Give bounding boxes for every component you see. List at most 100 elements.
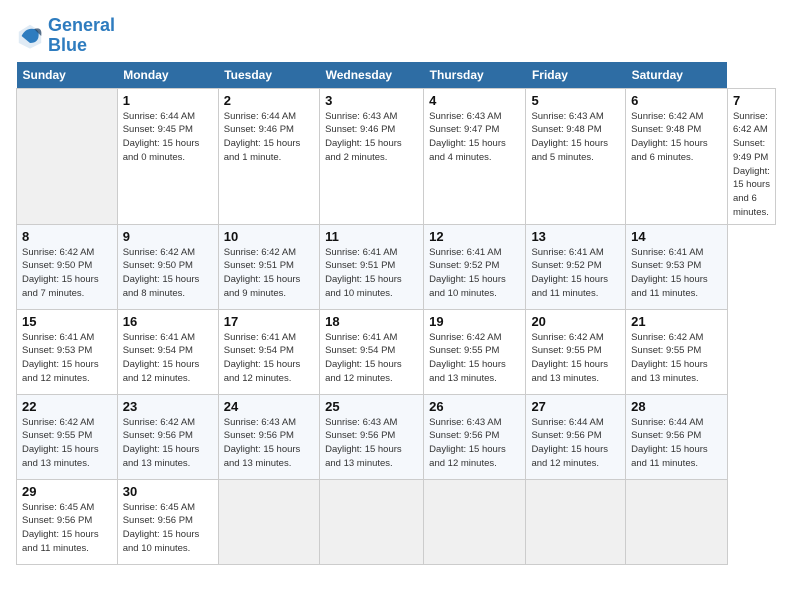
calendar-cell: 1 Sunrise: 6:44 AM Sunset: 9:45 PM Daylig… <box>117 88 218 224</box>
day-info: Sunrise: 6:42 AM Sunset: 9:50 PM Dayligh… <box>123 246 213 301</box>
logo-text: General Blue <box>48 16 115 56</box>
calendar-cell: 4 Sunrise: 6:43 AM Sunset: 9:47 PM Daylig… <box>424 88 526 224</box>
calendar-cell: 12Sunrise: 6:41 AM Sunset: 9:52 PM Dayli… <box>424 224 526 309</box>
day-header-tuesday: Tuesday <box>218 62 319 89</box>
day-header-saturday: Saturday <box>626 62 728 89</box>
day-number: 23 <box>123 399 213 414</box>
calendar-cell: 10 Sunrise: 6:42 AM Sunset: 9:51 PM Dayli… <box>218 224 319 309</box>
day-info: Sunrise: 6:41 AM Sunset: 9:54 PM Dayligh… <box>325 331 418 386</box>
day-header-sunday: Sunday <box>17 62 118 89</box>
day-number: 3 <box>325 93 418 108</box>
day-info: Sunrise: 6:42 AM Sunset: 9:55 PM Dayligh… <box>429 331 520 386</box>
day-info: Sunrise: 6:41 AM Sunset: 9:51 PM Dayligh… <box>325 246 418 301</box>
calendar-cell <box>424 479 526 564</box>
day-header-wednesday: Wednesday <box>320 62 424 89</box>
calendar-cell: 20 Sunrise: 6:42 AM Sunset: 9:55 PM Dayli… <box>526 309 626 394</box>
day-info: Sunrise: 6:44 AM Sunset: 9:56 PM Dayligh… <box>531 416 620 471</box>
week-row-5: 29Sunrise: 6:45 AM Sunset: 9:56 PM Dayli… <box>17 479 776 564</box>
day-info: Sunrise: 6:41 AM Sunset: 9:54 PM Dayligh… <box>224 331 314 386</box>
day-info: Sunrise: 6:43 AM Sunset: 9:47 PM Dayligh… <box>429 110 520 165</box>
calendar-cell: 18 Sunrise: 6:41 AM Sunset: 9:54 PM Dayli… <box>320 309 424 394</box>
calendar-cell: 30Sunrise: 6:45 AM Sunset: 9:56 PM Dayli… <box>117 479 218 564</box>
day-header-thursday: Thursday <box>424 62 526 89</box>
calendar-cell: 24Sunrise: 6:43 AM Sunset: 9:56 PM Dayli… <box>218 394 319 479</box>
day-info: Sunrise: 6:45 AM Sunset: 9:56 PM Dayligh… <box>123 501 213 556</box>
calendar-cell: 25Sunrise: 6:43 AM Sunset: 9:56 PM Dayli… <box>320 394 424 479</box>
calendar-cell: 8 Sunrise: 6:42 AM Sunset: 9:50 PM Daylig… <box>17 224 118 309</box>
day-number: 5 <box>531 93 620 108</box>
day-info: Sunrise: 6:44 AM Sunset: 9:45 PM Dayligh… <box>123 110 213 165</box>
day-info: Sunrise: 6:42 AM Sunset: 9:55 PM Dayligh… <box>531 331 620 386</box>
day-info: Sunrise: 6:42 AM Sunset: 9:55 PM Dayligh… <box>22 416 112 471</box>
day-number: 18 <box>325 314 418 329</box>
calendar-cell <box>626 479 728 564</box>
calendar-table: SundayMondayTuesdayWednesdayThursdayFrid… <box>16 62 776 565</box>
day-number: 16 <box>123 314 213 329</box>
calendar-cell <box>526 479 626 564</box>
calendar-cell: 22 Sunrise: 6:42 AM Sunset: 9:55 PM Dayli… <box>17 394 118 479</box>
header: General Blue <box>16 16 776 56</box>
calendar-cell: 15 Sunrise: 6:41 AM Sunset: 9:53 PM Dayli… <box>17 309 118 394</box>
calendar-cell: 6Sunrise: 6:42 AM Sunset: 9:48 PM Daylig… <box>626 88 728 224</box>
day-number: 28 <box>631 399 722 414</box>
day-number: 12 <box>429 229 520 244</box>
day-info: Sunrise: 6:42 AM Sunset: 9:48 PM Dayligh… <box>631 110 722 165</box>
day-number: 25 <box>325 399 418 414</box>
day-info: Sunrise: 6:42 AM Sunset: 9:51 PM Dayligh… <box>224 246 314 301</box>
day-number: 7 <box>733 93 770 108</box>
day-number: 20 <box>531 314 620 329</box>
day-info: Sunrise: 6:41 AM Sunset: 9:53 PM Dayligh… <box>22 331 112 386</box>
calendar-cell: 13 Sunrise: 6:41 AM Sunset: 9:52 PM Dayli… <box>526 224 626 309</box>
day-number: 27 <box>531 399 620 414</box>
logo: General Blue <box>16 16 115 56</box>
day-number: 15 <box>22 314 112 329</box>
week-row-3: 15 Sunrise: 6:41 AM Sunset: 9:53 PM Dayli… <box>17 309 776 394</box>
calendar-cell: 19 Sunrise: 6:42 AM Sunset: 9:55 PM Dayli… <box>424 309 526 394</box>
week-row-2: 8 Sunrise: 6:42 AM Sunset: 9:50 PM Daylig… <box>17 224 776 309</box>
calendar-cell: 5 Sunrise: 6:43 AM Sunset: 9:48 PM Daylig… <box>526 88 626 224</box>
day-info: Sunrise: 6:43 AM Sunset: 9:46 PM Dayligh… <box>325 110 418 165</box>
day-info: Sunrise: 6:43 AM Sunset: 9:48 PM Dayligh… <box>531 110 620 165</box>
day-number: 19 <box>429 314 520 329</box>
day-info: Sunrise: 6:45 AM Sunset: 9:56 PM Dayligh… <box>22 501 112 556</box>
calendar-cell: 14Sunrise: 6:41 AM Sunset: 9:53 PM Dayli… <box>626 224 728 309</box>
day-number: 13 <box>531 229 620 244</box>
calendar-cell <box>17 88 118 224</box>
calendar-cell: 7 Sunrise: 6:42 AM Sunset: 9:49 PM Daylig… <box>727 88 775 224</box>
calendar-cell: 23 Sunrise: 6:42 AM Sunset: 9:56 PM Dayli… <box>117 394 218 479</box>
day-info: Sunrise: 6:42 AM Sunset: 9:50 PM Dayligh… <box>22 246 112 301</box>
day-number: 1 <box>123 93 213 108</box>
calendar-cell: 26 Sunrise: 6:43 AM Sunset: 9:56 PM Dayli… <box>424 394 526 479</box>
logo-icon <box>16 22 44 50</box>
calendar-cell: 11 Sunrise: 6:41 AM Sunset: 9:51 PM Dayli… <box>320 224 424 309</box>
day-info: Sunrise: 6:43 AM Sunset: 9:56 PM Dayligh… <box>224 416 314 471</box>
calendar-cell: 28 Sunrise: 6:44 AM Sunset: 9:56 PM Dayli… <box>626 394 728 479</box>
day-number: 22 <box>22 399 112 414</box>
day-info: Sunrise: 6:44 AM Sunset: 9:46 PM Dayligh… <box>224 110 314 165</box>
calendar-cell: 2Sunrise: 6:44 AM Sunset: 9:46 PM Daylig… <box>218 88 319 224</box>
day-number: 11 <box>325 229 418 244</box>
week-row-1: 1 Sunrise: 6:44 AM Sunset: 9:45 PM Daylig… <box>17 88 776 224</box>
day-info: Sunrise: 6:42 AM Sunset: 9:56 PM Dayligh… <box>123 416 213 471</box>
day-info: Sunrise: 6:44 AM Sunset: 9:56 PM Dayligh… <box>631 416 722 471</box>
week-row-4: 22 Sunrise: 6:42 AM Sunset: 9:55 PM Dayli… <box>17 394 776 479</box>
day-info: Sunrise: 6:43 AM Sunset: 9:56 PM Dayligh… <box>429 416 520 471</box>
day-number: 26 <box>429 399 520 414</box>
day-number: 8 <box>22 229 112 244</box>
day-info: Sunrise: 6:41 AM Sunset: 9:52 PM Dayligh… <box>531 246 620 301</box>
calendar-cell: 29Sunrise: 6:45 AM Sunset: 9:56 PM Dayli… <box>17 479 118 564</box>
day-number: 4 <box>429 93 520 108</box>
calendar-cell: 9Sunrise: 6:42 AM Sunset: 9:50 PM Daylig… <box>117 224 218 309</box>
calendar-cell: 17Sunrise: 6:41 AM Sunset: 9:54 PM Dayli… <box>218 309 319 394</box>
calendar-cell: 16 Sunrise: 6:41 AM Sunset: 9:54 PM Dayli… <box>117 309 218 394</box>
calendar-cell <box>320 479 424 564</box>
day-info: Sunrise: 6:41 AM Sunset: 9:54 PM Dayligh… <box>123 331 213 386</box>
calendar-cell: 27 Sunrise: 6:44 AM Sunset: 9:56 PM Dayli… <box>526 394 626 479</box>
day-info: Sunrise: 6:42 AM Sunset: 9:49 PM Dayligh… <box>733 110 770 220</box>
page-container: General Blue SundayMondayTuesdayWednesda… <box>16 16 776 565</box>
header-row: SundayMondayTuesdayWednesdayThursdayFrid… <box>17 62 776 89</box>
day-number: 10 <box>224 229 314 244</box>
day-number: 21 <box>631 314 722 329</box>
day-info: Sunrise: 6:42 AM Sunset: 9:55 PM Dayligh… <box>631 331 722 386</box>
calendar-cell: 21 Sunrise: 6:42 AM Sunset: 9:55 PM Dayli… <box>626 309 728 394</box>
